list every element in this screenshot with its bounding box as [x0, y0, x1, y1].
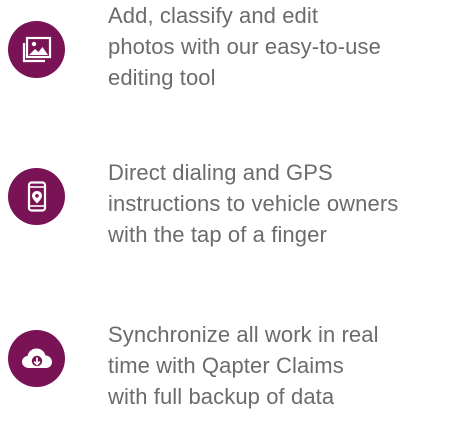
feature-dialing-line-1: Direct dialing and GPS: [108, 160, 333, 185]
photo-gallery-icon: [8, 21, 65, 78]
feature-dialing-line-3: with the tap of a finger: [108, 222, 327, 247]
feature-sync-line-3: with full backup of data: [108, 384, 335, 409]
feature-photos-line-1: Add, classify and edit: [108, 3, 319, 28]
feature-dialing-line-2: instructions to vehicle owners: [108, 191, 399, 216]
cloud-download-icon: [8, 330, 65, 387]
feature-sync-line-1: Synchronize all work in real: [108, 322, 379, 347]
feature-photos-line-3: editing tool: [108, 65, 216, 90]
feature-sync-line-2: time with Qapter Claims: [108, 353, 344, 378]
feature-photos-line-2: photos with our easy-to-use: [108, 34, 381, 59]
phone-location-icon: [8, 168, 65, 225]
